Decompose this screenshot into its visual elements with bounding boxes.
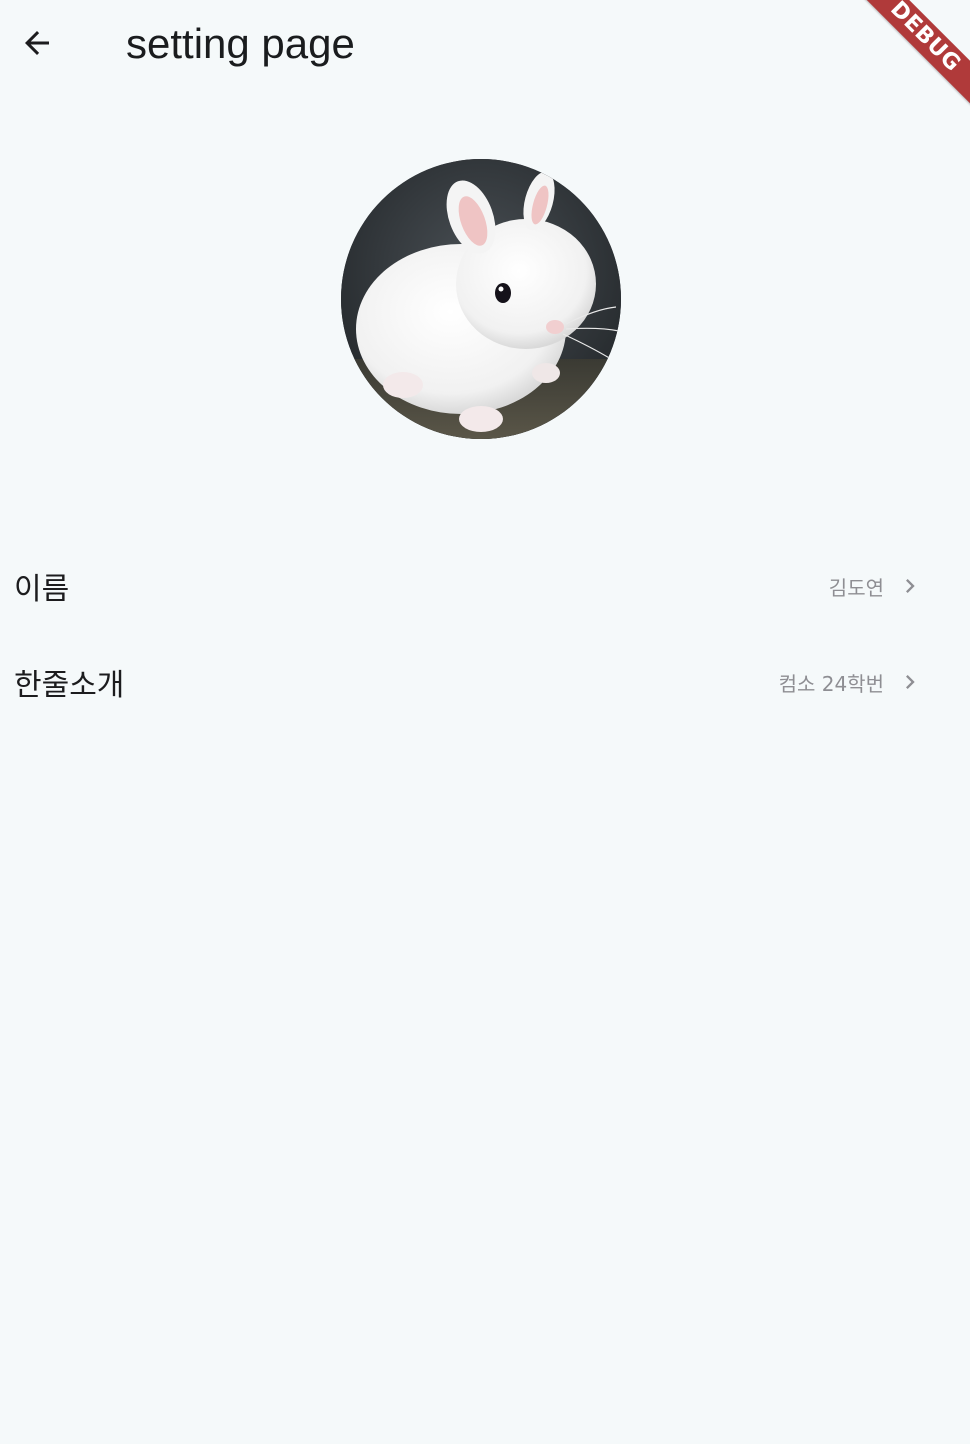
avatar[interactable] [341,159,621,439]
settings-row-right: 컴소 24학번 [779,668,924,697]
chevron-right-icon [896,572,924,600]
page-title: setting page [126,20,355,67]
settings-row-right: 김도연 [829,572,924,601]
settings-row-label: 이름 [14,572,70,607]
settings-row-value: 김도연 [828,575,884,600]
settings-row-value: 컴소 24학번 [778,671,884,696]
settings-row-label: 한줄소개 [14,668,125,703]
settings-row-name[interactable]: 이름 김도연 [0,538,970,634]
settings-row-bio[interactable]: 한줄소개 컴소 24학번 [0,634,970,730]
arrow-left-icon [25,31,49,55]
app-bar: setting page [0,0,970,92]
settings-list: 이름 김도연 한줄소개 컴소 24학번 [0,538,970,730]
back-button[interactable] [14,20,60,66]
rabbit-photo [341,159,621,439]
chevron-right-icon [896,668,924,696]
